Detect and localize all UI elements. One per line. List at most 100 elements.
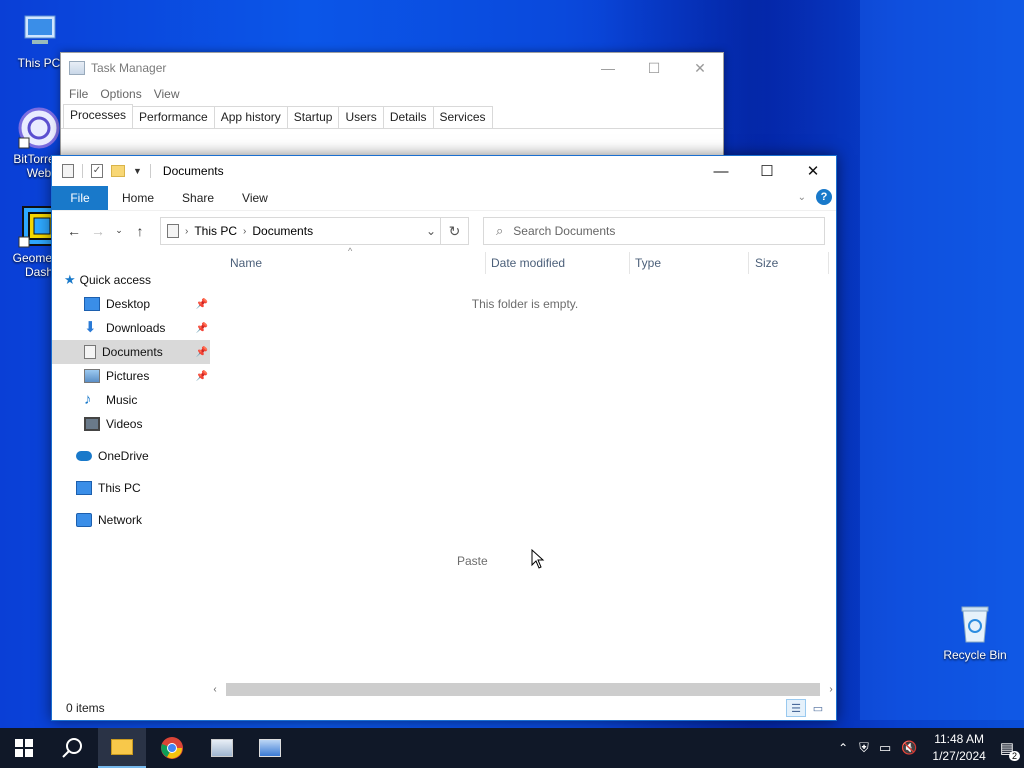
close-button[interactable]: ✕ — [677, 53, 723, 83]
pin-icon[interactable]: 📌 — [196, 299, 208, 310]
scroll-left-icon[interactable]: ‹ — [210, 684, 220, 695]
tab-startup[interactable]: Startup — [286, 106, 340, 128]
notification-badge: 2 — [1008, 751, 1020, 761]
security-icon[interactable]: ⛨ — [859, 740, 869, 756]
task-manager-title: Task Manager — [91, 61, 167, 75]
nav-label: Quick access — [79, 273, 152, 287]
scroll-right-icon[interactable]: › — [826, 684, 836, 695]
nav-this-pc[interactable]: This PC — [76, 476, 210, 500]
show-hidden-icons-icon[interactable]: ⌃ — [838, 741, 848, 755]
nav-onedrive[interactable]: OneDrive — [76, 444, 210, 468]
ribbon-share-tab[interactable]: Share — [168, 191, 228, 205]
explorer-titlebar[interactable]: ✓ ▼ Documents — ☐ ✕ — [52, 156, 836, 186]
pin-icon[interactable]: 📌 — [196, 323, 208, 334]
minimize-button[interactable]: — — [698, 156, 744, 186]
minimize-button[interactable]: — — [585, 53, 631, 83]
documents-icon — [84, 345, 96, 359]
menu-view[interactable]: View — [148, 87, 186, 101]
paste-hint: Paste — [457, 554, 488, 568]
nav-pictures[interactable]: Pictures 📌 — [84, 364, 210, 388]
notification-center-icon[interactable]: ▤ 2 — [1000, 739, 1020, 761]
nav-quick-access[interactable]: ★ Quick access — [64, 268, 220, 292]
toolbar-divider — [82, 164, 83, 178]
music-icon: ♪ — [84, 391, 92, 408]
start-button[interactable] — [0, 728, 48, 768]
properties-icon[interactable] — [62, 164, 74, 178]
search-box[interactable]: ⌕ Search Documents — [483, 217, 825, 245]
maximize-button[interactable]: ☐ — [744, 156, 790, 186]
search-button[interactable] — [48, 728, 96, 768]
nav-network[interactable]: Network — [76, 508, 210, 532]
column-type[interactable]: Type — [635, 252, 661, 274]
volume-muted-icon[interactable]: 🔇 — [901, 740, 917, 756]
breadcrumb-separator[interactable]: › — [185, 226, 188, 237]
column-name[interactable]: Name — [230, 252, 262, 274]
address-dropdown-icon[interactable]: ⌄ — [426, 224, 436, 238]
checkmark-icon[interactable]: ✓ — [91, 164, 103, 178]
tab-processes[interactable]: Processes — [63, 104, 134, 128]
nav-music[interactable]: ♪ Music — [84, 388, 210, 412]
address-bar[interactable]: › This PC › Documents ⌄ — [160, 217, 441, 245]
taskbar-task-manager[interactable] — [198, 728, 246, 768]
ribbon-view-tab[interactable]: View — [228, 191, 282, 205]
nav-label: This PC — [98, 481, 141, 495]
mouse-cursor-icon — [531, 549, 545, 569]
close-button[interactable]: ✕ — [790, 156, 836, 186]
breadcrumb-this-pc[interactable]: This PC — [194, 224, 237, 238]
network-icon — [76, 513, 92, 527]
expand-ribbon-icon[interactable]: ⌄ — [798, 192, 806, 203]
column-divider[interactable] — [485, 252, 486, 274]
ribbon-file-tab[interactable]: File — [52, 186, 108, 210]
menu-file[interactable]: File — [63, 87, 94, 101]
refresh-button[interactable]: ↻ — [441, 217, 469, 245]
back-button[interactable]: ← — [62, 223, 86, 239]
ribbon-home-tab[interactable]: Home — [108, 191, 168, 205]
breadcrumb-separator[interactable]: › — [243, 226, 246, 237]
tab-services[interactable]: Services — [432, 106, 493, 128]
large-icons-view-icon[interactable]: ▭ — [808, 699, 828, 717]
monitor-icon — [76, 481, 92, 495]
nav-videos[interactable]: Videos — [84, 412, 210, 436]
task-manager-icon — [69, 61, 85, 75]
details-view-icon[interactable]: ☰ — [786, 699, 806, 717]
nav-desktop[interactable]: Desktop 📌 — [84, 292, 210, 316]
column-divider[interactable] — [629, 252, 630, 274]
column-divider[interactable] — [828, 252, 829, 274]
column-date-modified[interactable]: Date modified — [491, 252, 565, 274]
empty-folder-message: This folder is empty. — [471, 297, 579, 311]
scrollbar-thumb[interactable] — [226, 683, 820, 696]
nav-documents[interactable]: Documents 📌 — [52, 340, 210, 364]
nav-downloads[interactable]: ⬇ Downloads 📌 — [84, 316, 210, 340]
star-icon: ★ — [64, 272, 76, 287]
ribbon-tabs: File Home Share View ⌄ ? — [52, 186, 836, 210]
pin-icon[interactable]: 📌 — [196, 347, 208, 358]
search-placeholder: Search Documents — [513, 224, 616, 238]
breadcrumb-documents[interactable]: Documents — [252, 224, 313, 238]
taskbar-chrome[interactable] — [148, 728, 196, 768]
taskbar-remote-desktop[interactable] — [246, 728, 294, 768]
menu-options[interactable]: Options — [94, 87, 147, 101]
recent-locations-button[interactable]: ⌄ — [110, 225, 128, 236]
network-status-icon[interactable]: ▭ — [879, 740, 891, 756]
navigation-pane: ★ Quick access Desktop 📌 ⬇ Downloads 📌 D… — [52, 268, 210, 688]
column-divider[interactable] — [748, 252, 749, 274]
help-icon[interactable]: ? — [816, 189, 832, 205]
taskbar-file-explorer[interactable] — [98, 728, 146, 768]
new-folder-icon[interactable] — [111, 165, 125, 177]
clock[interactable]: 11:48 AM 1/27/2024 — [932, 731, 985, 765]
tab-performance[interactable]: Performance — [132, 106, 215, 128]
up-button[interactable]: ↑ — [128, 223, 152, 239]
task-manager-tabs: Processes Performance App history Startu… — [61, 104, 723, 129]
customize-toolbar-icon[interactable]: ▼ — [133, 166, 142, 176]
file-list[interactable]: ^ Name Date modified Type Size This fold… — [210, 246, 836, 692]
forward-button[interactable]: → — [86, 223, 110, 239]
tab-app-history[interactable]: App history — [213, 106, 288, 128]
column-size[interactable]: Size — [755, 252, 778, 274]
maximize-button[interactable]: ☐ — [631, 53, 677, 83]
tab-users[interactable]: Users — [338, 106, 384, 128]
pin-icon[interactable]: 📌 — [196, 371, 208, 382]
task-manager-window[interactable]: Task Manager — ☐ ✕ File Options View Pro… — [60, 52, 724, 162]
tab-details[interactable]: Details — [382, 106, 434, 128]
file-explorer-window[interactable]: ✓ ▼ Documents — ☐ ✕ File Home Share View… — [51, 155, 837, 721]
desktop-icon-recycle-bin[interactable]: Recycle Bin — [942, 602, 1008, 662]
